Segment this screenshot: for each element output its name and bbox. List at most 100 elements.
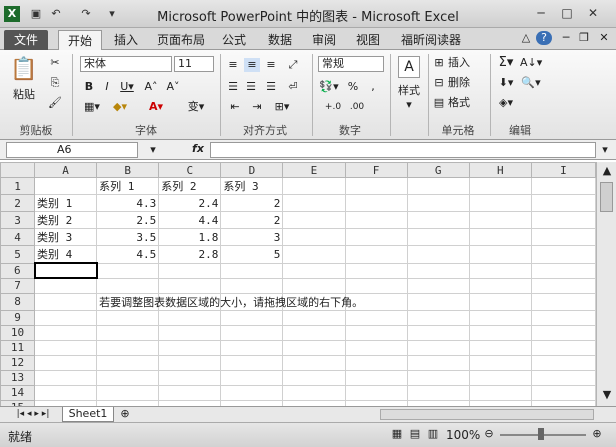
cell[interactable]: [96, 277, 160, 294]
cell[interactable]: [530, 262, 597, 279]
page-break-view-icon[interactable]: ▥: [426, 427, 440, 441]
cell[interactable]: [468, 245, 532, 264]
row-header[interactable]: 10: [0, 324, 36, 341]
cell[interactable]: [406, 339, 470, 356]
cell[interactable]: [530, 211, 597, 229]
maximize-icon[interactable]: □: [556, 4, 578, 22]
tab-review[interactable]: 审阅: [306, 30, 342, 50]
percent-button[interactable]: %: [346, 80, 360, 94]
cell[interactable]: [158, 369, 222, 386]
select-all-corner[interactable]: [0, 162, 36, 178]
autosum-icon[interactable]: Σ▾: [496, 56, 516, 70]
doc-minimize-icon[interactable]: ─: [558, 31, 574, 45]
increase-indent-icon[interactable]: ⇥: [248, 100, 266, 114]
column-header[interactable]: C: [158, 162, 222, 178]
paste-icon[interactable]: 📋: [8, 54, 40, 86]
cell[interactable]: [220, 354, 284, 371]
cell[interactable]: [282, 194, 346, 212]
cell[interactable]: [468, 354, 532, 371]
cell[interactable]: [34, 339, 98, 356]
cell[interactable]: [282, 211, 346, 229]
sheet-nav-icon[interactable]: |◂ ◂ ▸ ▸|: [6, 407, 60, 421]
cell[interactable]: [468, 194, 532, 212]
cell[interactable]: [530, 324, 597, 341]
font-color-icon[interactable]: A▾: [146, 100, 166, 114]
insert-cells-icon[interactable]: ⊞: [432, 56, 446, 70]
grow-font-icon[interactable]: A˄: [144, 80, 158, 94]
cell[interactable]: [530, 194, 597, 212]
italic-icon[interactable]: I: [100, 80, 114, 94]
new-sheet-icon[interactable]: ⊕: [116, 407, 134, 421]
cell[interactable]: [344, 194, 408, 212]
wrap-text-icon[interactable]: ⏎: [284, 80, 302, 94]
tab-data[interactable]: 数据: [262, 30, 298, 50]
font-name-select[interactable]: 宋体: [80, 56, 172, 72]
page-layout-view-icon[interactable]: ▤: [408, 427, 422, 441]
row-header[interactable]: 9: [0, 309, 36, 326]
underline-icon[interactable]: U▾: [118, 80, 136, 94]
cell[interactable]: [158, 339, 222, 356]
cell[interactable]: [158, 262, 222, 279]
zoom-out-icon[interactable]: ⊖: [482, 427, 496, 441]
row-header[interactable]: 5: [0, 245, 36, 264]
cell[interactable]: [158, 277, 222, 294]
tab-foxit[interactable]: 福昕阅读器: [396, 30, 466, 50]
name-box-dropdown-icon[interactable]: ▾: [146, 143, 160, 157]
zoom-slider-thumb[interactable]: [538, 428, 544, 440]
cell[interactable]: [96, 309, 160, 326]
cell[interactable]: [344, 245, 408, 264]
cell[interactable]: [220, 384, 284, 401]
cut-icon[interactable]: ✂: [46, 56, 64, 70]
styles-dropdown-icon[interactable]: ▾: [402, 98, 416, 112]
cell[interactable]: [34, 309, 98, 326]
fill-color-icon[interactable]: ◆▾: [110, 100, 130, 114]
increase-decimal-icon[interactable]: +.0: [322, 100, 344, 114]
tab-home[interactable]: 开始: [58, 30, 102, 50]
cell[interactable]: [34, 324, 98, 341]
cell[interactable]: [344, 369, 408, 386]
cell[interactable]: [406, 177, 470, 195]
cell[interactable]: [282, 245, 346, 264]
shrink-font-icon[interactable]: A˅: [166, 80, 180, 94]
fill-icon[interactable]: ⬇▾: [496, 76, 516, 90]
cell[interactable]: [34, 277, 98, 294]
cell[interactable]: [34, 384, 98, 401]
cell[interactable]: [344, 339, 408, 356]
name-box[interactable]: A6: [6, 142, 138, 158]
cell[interactable]: 类别 2: [34, 211, 98, 229]
cell[interactable]: [220, 262, 284, 279]
formula-input[interactable]: [210, 142, 596, 158]
format-painter-icon[interactable]: 🖌: [46, 96, 64, 110]
cell[interactable]: 2: [220, 194, 284, 212]
cell[interactable]: [282, 354, 346, 371]
column-header[interactable]: A: [34, 162, 98, 178]
cell[interactable]: [530, 245, 597, 264]
minimize-ribbon-icon[interactable]: △: [518, 31, 534, 45]
cell[interactable]: [282, 309, 346, 326]
format-cells-icon[interactable]: ▤: [432, 96, 446, 110]
cell[interactable]: 4.4: [158, 211, 222, 229]
comma-button[interactable]: ,: [366, 80, 380, 94]
cell[interactable]: [530, 339, 597, 356]
tab-file[interactable]: 文件: [4, 30, 48, 50]
row-header[interactable]: 7: [0, 277, 36, 294]
styles-icon[interactable]: A: [398, 56, 420, 78]
cell[interactable]: 系列 1: [96, 177, 160, 195]
cell[interactable]: [406, 211, 470, 229]
sort-filter-icon[interactable]: A↓▾: [520, 56, 542, 70]
cell[interactable]: 2: [220, 211, 284, 229]
tab-view[interactable]: 视图: [350, 30, 386, 50]
cell[interactable]: [282, 228, 346, 246]
row-header[interactable]: 2: [0, 194, 36, 212]
cell[interactable]: [468, 211, 532, 229]
cell[interactable]: 系列 2: [158, 177, 222, 195]
row-header[interactable]: 4: [0, 228, 36, 246]
cell[interactable]: [96, 324, 160, 341]
close-icon[interactable]: ✕: [582, 4, 604, 22]
column-header[interactable]: G: [406, 162, 470, 178]
cell[interactable]: 2.5: [96, 211, 160, 229]
normal-view-icon[interactable]: ▦: [390, 427, 404, 441]
cell[interactable]: [344, 262, 408, 279]
find-select-icon[interactable]: 🔍▾: [520, 76, 542, 90]
cell[interactable]: [34, 177, 98, 195]
